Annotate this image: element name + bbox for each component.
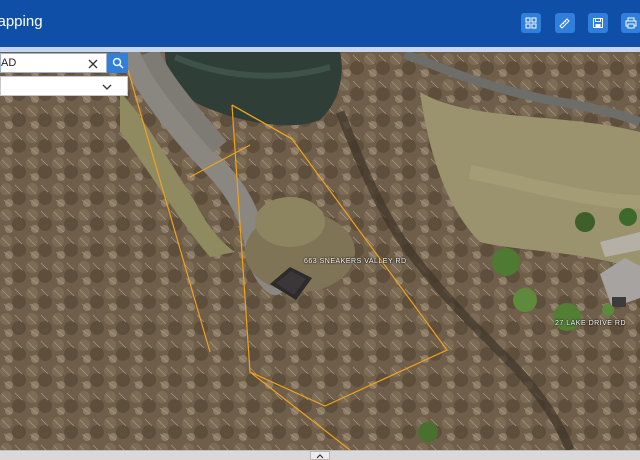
search-input-value: AD (1, 57, 17, 69)
app-header: Mapping (0, 0, 640, 47)
close-icon (88, 59, 98, 69)
chevron-down-icon (102, 84, 112, 90)
aerial-imagery (0, 52, 640, 450)
ruler-icon (559, 18, 570, 29)
layer-select[interactable] (0, 76, 128, 96)
search-button[interactable] (107, 53, 128, 73)
grid-icon (525, 17, 537, 29)
measure-button[interactable] (555, 13, 575, 33)
print-button[interactable] (621, 13, 640, 33)
parcel-label: 663 SNEAKERS VALLEY RD (304, 258, 407, 265)
basemap-gallery-button[interactable] (521, 13, 541, 33)
search-icon (112, 57, 123, 69)
app-title: Mapping (0, 13, 43, 30)
printer-icon (625, 17, 637, 29)
floppy-disk-icon (593, 18, 603, 28)
chevron-up-icon (316, 453, 324, 458)
clear-search-button[interactable] (85, 56, 101, 72)
map-view[interactable]: 663 SNEAKERS VALLEY RD 27 LAKE DRIVE RD (0, 52, 640, 450)
expand-panel-button[interactable] (310, 451, 330, 460)
parcel-label: 27 LAKE DRIVE RD (555, 320, 627, 327)
search-input[interactable]: AD (0, 53, 107, 73)
bottom-panel-bar (0, 450, 640, 460)
save-button[interactable] (588, 13, 608, 33)
